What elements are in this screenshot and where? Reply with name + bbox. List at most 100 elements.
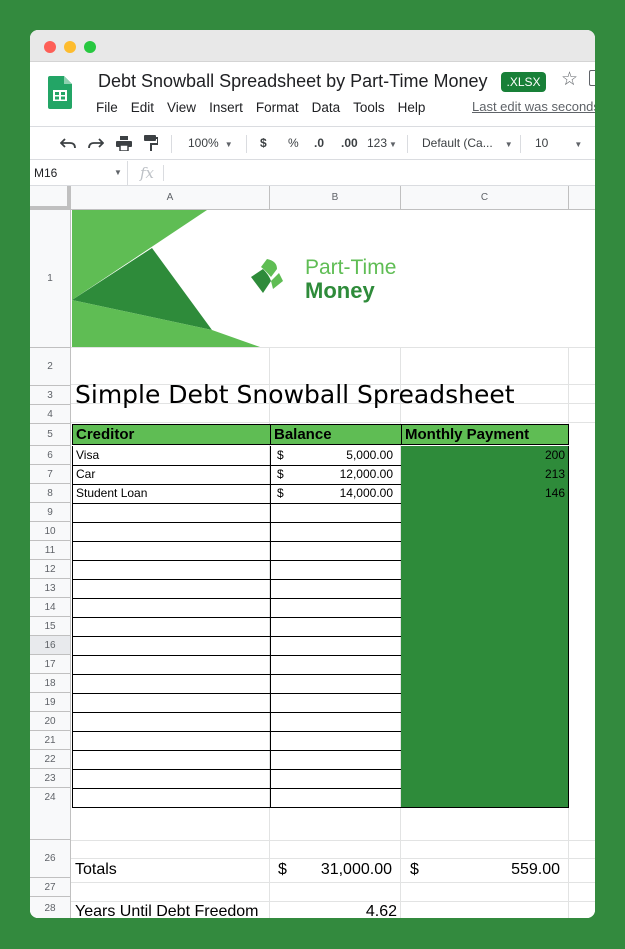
sheet-title[interactable]: Simple Debt Snowball Spreadsheet bbox=[75, 380, 515, 409]
balance-cell[interactable] bbox=[270, 503, 402, 523]
creditor-cell[interactable] bbox=[72, 560, 271, 580]
totals-payment[interactable]: 559.00 bbox=[470, 861, 560, 879]
payment-cell[interactable] bbox=[401, 731, 569, 751]
paint-format-icon[interactable] bbox=[144, 135, 158, 151]
row-header[interactable]: 23 bbox=[30, 769, 71, 788]
format-currency-button[interactable]: $ bbox=[260, 127, 267, 159]
payment-cell[interactable] bbox=[401, 693, 569, 713]
payment-cell[interactable] bbox=[401, 560, 569, 580]
select-all-corner[interactable] bbox=[30, 186, 71, 210]
balance-cell[interactable] bbox=[270, 750, 402, 770]
row-header[interactable]: 20 bbox=[30, 712, 71, 731]
creditor-cell[interactable] bbox=[72, 636, 271, 656]
balance-cell[interactable] bbox=[270, 541, 402, 561]
row-header[interactable]: 5 bbox=[30, 424, 71, 446]
balance-cell[interactable] bbox=[270, 560, 402, 580]
row-header[interactable]: 4 bbox=[30, 405, 71, 424]
row-header[interactable]: 15 bbox=[30, 617, 71, 636]
creditor-cell[interactable] bbox=[72, 617, 271, 637]
row-header[interactable]: 1 bbox=[30, 210, 71, 348]
balance-cell[interactable] bbox=[270, 636, 402, 656]
creditor-cell[interactable] bbox=[72, 769, 271, 789]
format-percent-button[interactable]: % bbox=[288, 127, 299, 159]
totals-balance[interactable]: 31,000.00 bbox=[315, 861, 392, 879]
creditor-cell[interactable]: Visa bbox=[72, 446, 271, 466]
balance-cell[interactable] bbox=[270, 769, 402, 789]
row-header[interactable]: 19 bbox=[30, 693, 71, 712]
balance-cell[interactable]: $5,000.00 bbox=[270, 446, 402, 466]
payment-cell[interactable] bbox=[401, 598, 569, 618]
menu-format[interactable]: Format bbox=[256, 100, 299, 115]
menu-tools[interactable]: Tools bbox=[353, 100, 385, 115]
creditor-cell[interactable] bbox=[72, 522, 271, 542]
balance-cell[interactable] bbox=[270, 522, 402, 542]
balance-cell[interactable] bbox=[270, 712, 402, 732]
row-header[interactable]: 17 bbox=[30, 655, 71, 674]
menu-view[interactable]: View bbox=[167, 100, 196, 115]
minimize-window-button[interactable] bbox=[64, 41, 76, 53]
header-balance[interactable]: Balance bbox=[270, 424, 402, 445]
zoom-select[interactable]: 100% ▼ bbox=[188, 127, 233, 159]
balance-cell[interactable]: $14,000.00 bbox=[270, 484, 402, 504]
row-header[interactable]: 9 bbox=[30, 503, 71, 522]
row-header[interactable]: 21 bbox=[30, 731, 71, 750]
formula-input[interactable] bbox=[170, 161, 595, 185]
column-header-b[interactable]: B bbox=[270, 186, 401, 210]
last-edit-link[interactable]: Last edit was seconds ago bbox=[472, 99, 595, 114]
row-header-selected[interactable]: 16 bbox=[30, 636, 71, 655]
row-header[interactable]: 22 bbox=[30, 750, 71, 769]
creditor-cell[interactable]: Car bbox=[72, 465, 271, 485]
payment-cell[interactable] bbox=[401, 655, 569, 675]
payment-cell[interactable] bbox=[401, 617, 569, 637]
column-header-a[interactable]: A bbox=[71, 186, 270, 210]
payment-cell[interactable] bbox=[401, 750, 569, 770]
row-header[interactable]: 11 bbox=[30, 541, 71, 560]
column-header-c[interactable]: C bbox=[401, 186, 569, 210]
redo-icon[interactable] bbox=[88, 136, 104, 150]
column-header-d[interactable] bbox=[569, 186, 595, 210]
row-header[interactable]: 2 bbox=[30, 348, 71, 386]
payment-cell[interactable] bbox=[401, 579, 569, 599]
name-box[interactable]: M16 ▼ bbox=[30, 161, 128, 185]
payment-cell[interactable]: 200 bbox=[401, 446, 569, 466]
menu-insert[interactable]: Insert bbox=[209, 100, 243, 115]
totals-label[interactable]: Totals bbox=[75, 861, 117, 879]
zoom-window-button[interactable] bbox=[84, 41, 96, 53]
row-header[interactable]: 6 bbox=[30, 446, 71, 465]
creditor-cell[interactable] bbox=[72, 712, 271, 732]
balance-cell[interactable] bbox=[270, 674, 402, 694]
row-header[interactable]: 27 bbox=[30, 878, 71, 897]
row-header[interactable]: 7 bbox=[30, 465, 71, 484]
creditor-cell[interactable]: Student Loan bbox=[72, 484, 271, 504]
row-header[interactable]: 26 bbox=[30, 840, 71, 878]
balance-cell[interactable] bbox=[270, 731, 402, 751]
balance-cell[interactable] bbox=[270, 598, 402, 618]
row-header[interactable]: 3 bbox=[30, 386, 71, 405]
font-size-select[interactable]: 10 ▼ bbox=[535, 127, 582, 159]
payment-cell[interactable] bbox=[401, 522, 569, 542]
years-label[interactable]: Years Until Debt Freedom bbox=[75, 903, 259, 918]
creditor-cell[interactable] bbox=[72, 750, 271, 770]
payment-cell[interactable] bbox=[401, 541, 569, 561]
payment-cell[interactable] bbox=[401, 788, 569, 808]
header-creditor[interactable]: Creditor bbox=[72, 424, 271, 445]
balance-cell[interactable]: $12,000.00 bbox=[270, 465, 402, 485]
payment-cell[interactable] bbox=[401, 636, 569, 656]
payment-cell[interactable] bbox=[401, 712, 569, 732]
google-sheets-logo-icon[interactable] bbox=[48, 76, 72, 109]
undo-icon[interactable] bbox=[60, 136, 76, 150]
menu-file[interactable]: File bbox=[96, 100, 118, 115]
row-header[interactable]: 12 bbox=[30, 560, 71, 579]
row-header[interactable]: 18 bbox=[30, 674, 71, 693]
balance-cell[interactable] bbox=[270, 655, 402, 675]
row-header[interactable]: 24 bbox=[30, 788, 71, 840]
row-header[interactable]: 28 bbox=[30, 897, 71, 918]
close-window-button[interactable] bbox=[44, 41, 56, 53]
creditor-cell[interactable] bbox=[72, 788, 271, 808]
menu-data[interactable]: Data bbox=[312, 100, 341, 115]
creditor-cell[interactable] bbox=[72, 655, 271, 675]
balance-cell[interactable] bbox=[270, 693, 402, 713]
print-icon[interactable] bbox=[116, 136, 132, 151]
row-header[interactable]: 8 bbox=[30, 484, 71, 503]
balance-cell[interactable] bbox=[270, 617, 402, 637]
